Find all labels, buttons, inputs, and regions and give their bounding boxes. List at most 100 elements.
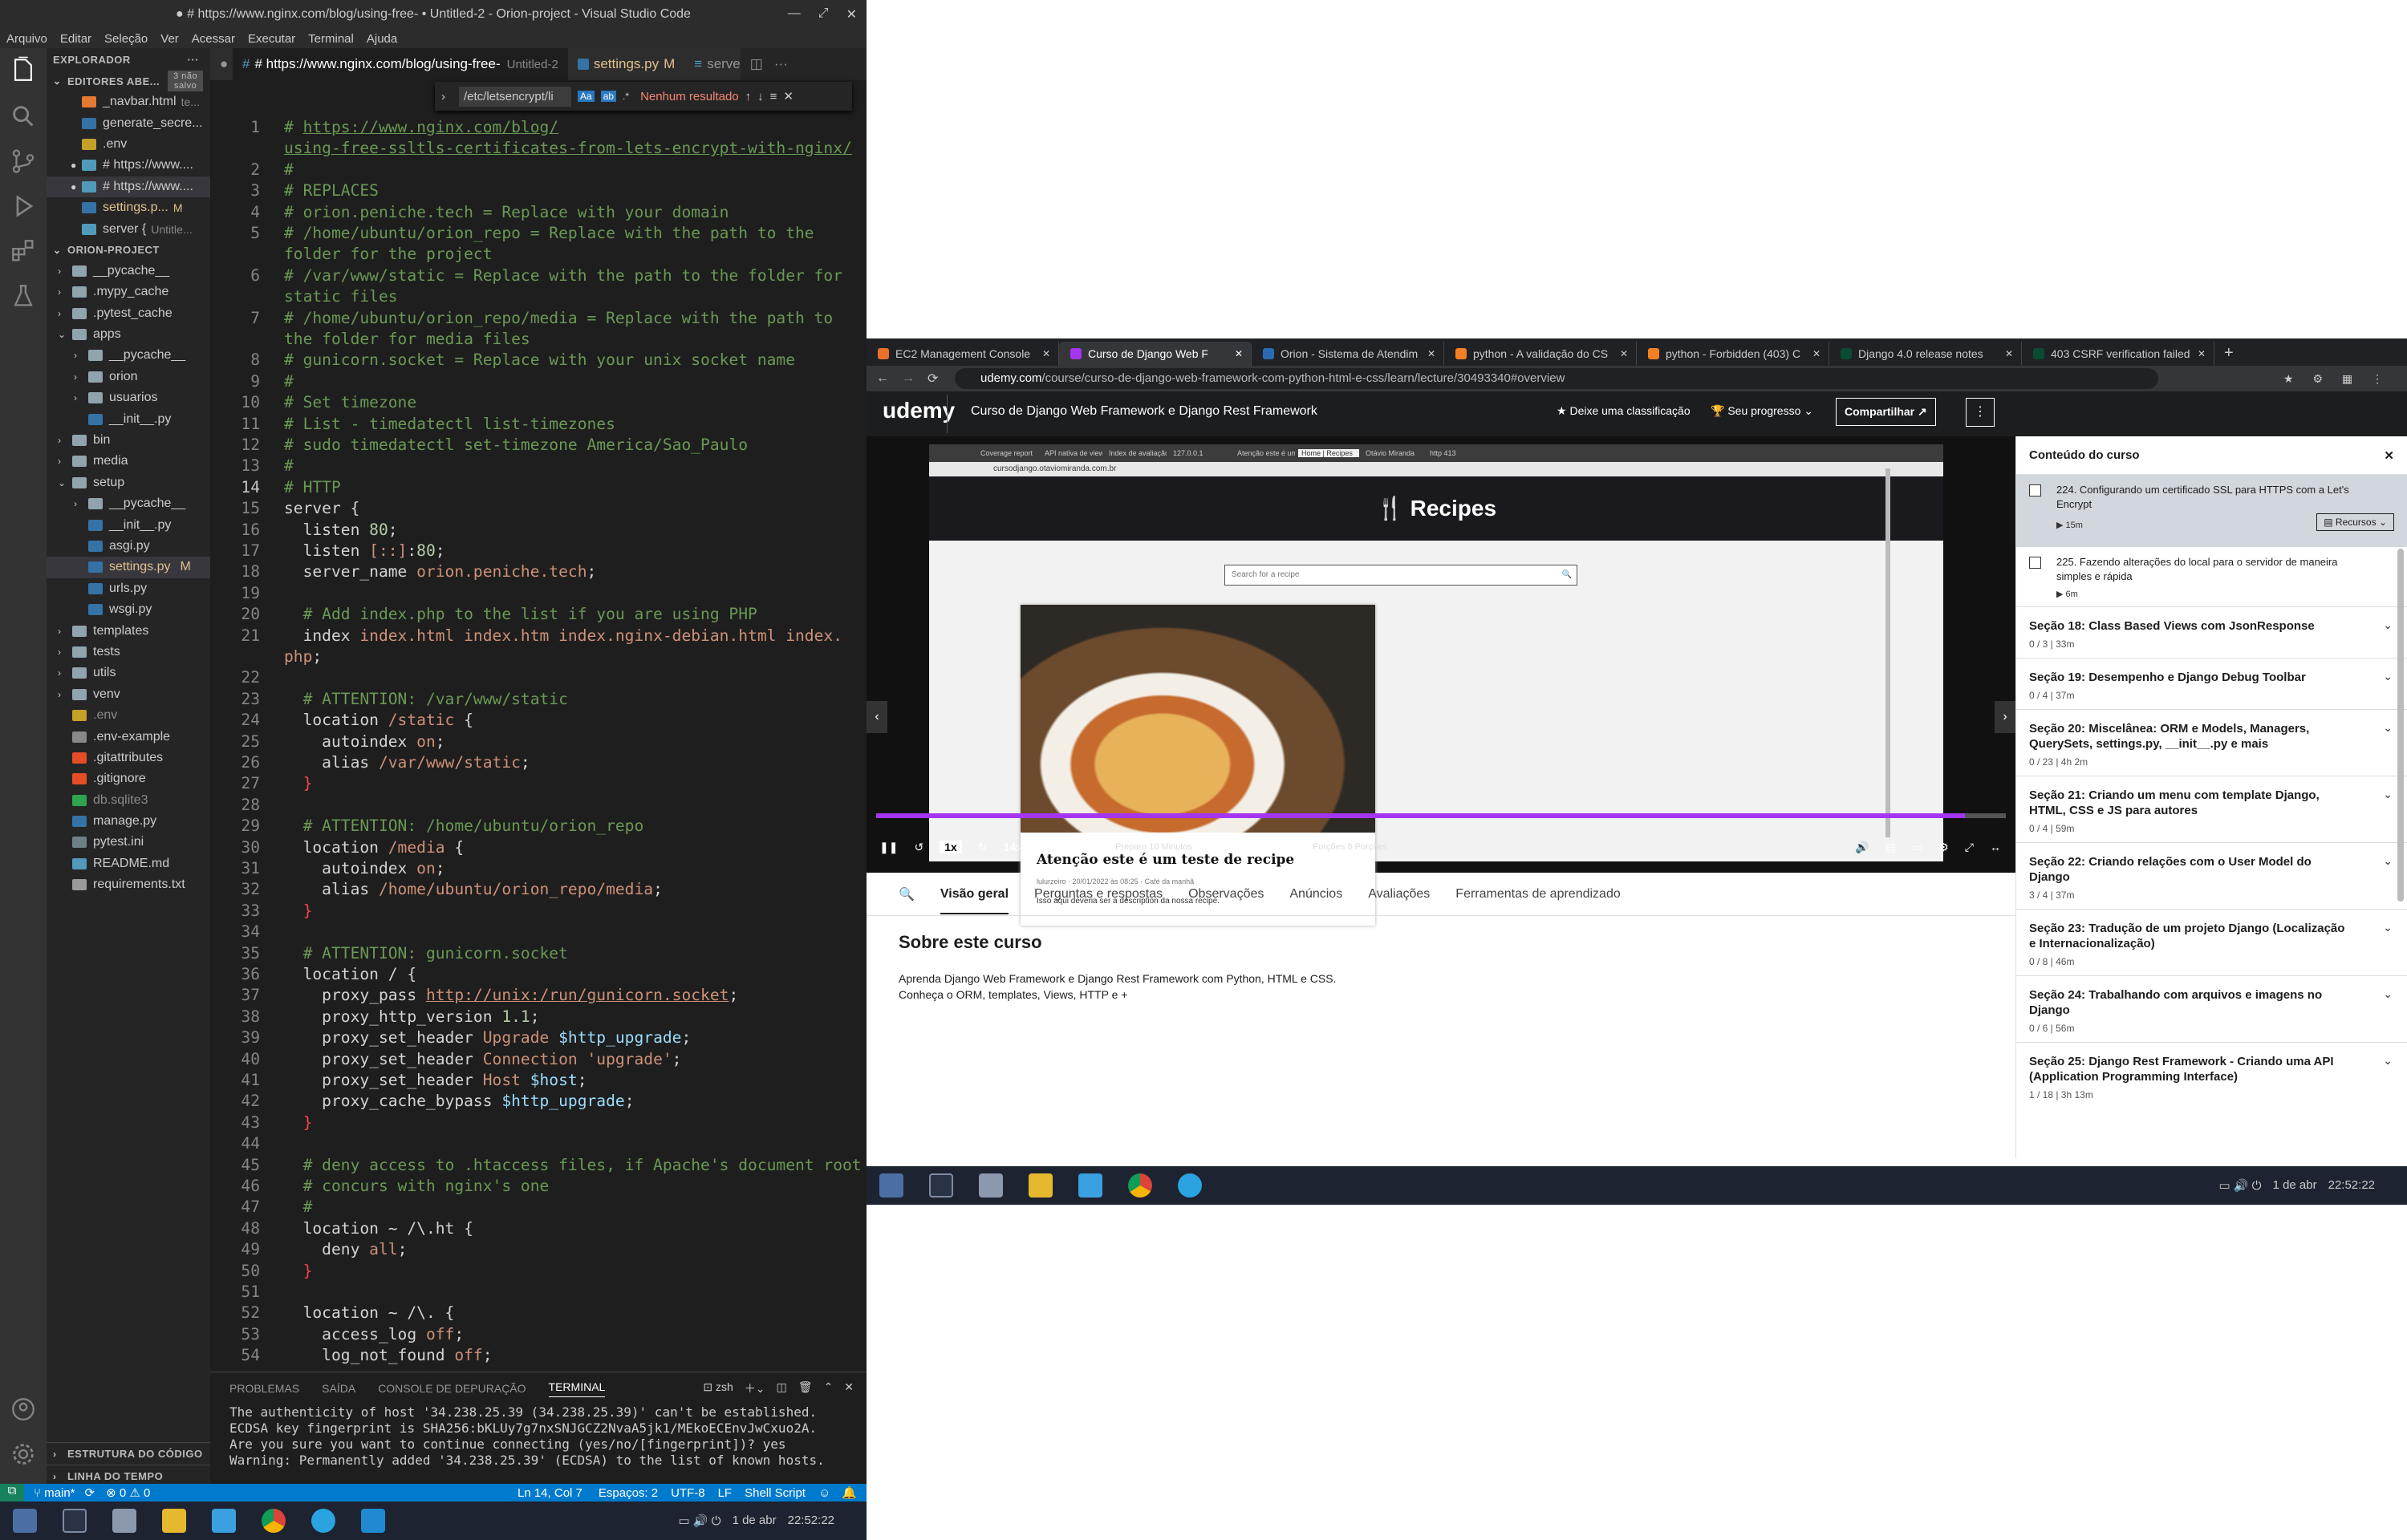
tab-notes[interactable]: Observações xyxy=(1188,887,1264,902)
tab-problems[interactable]: PROBLEMAS xyxy=(229,1382,299,1395)
chevron-down-icon[interactable]: ⌄ xyxy=(2383,921,2393,934)
telegram-icon[interactable] xyxy=(311,1509,335,1533)
open-editor-item[interactable]: ● # https://www.... xyxy=(47,155,210,176)
files-icon[interactable] xyxy=(13,1509,37,1533)
browser-tab[interactable]: EC2 Management Console ✕ xyxy=(867,342,1059,366)
open-editors-header[interactable]: ⌄ EDITORES ABE... 3 não salvo xyxy=(47,71,210,91)
tree-item[interactable]: › .pytest_cache xyxy=(47,303,210,324)
lecture-item-active[interactable]: 224. Configurando um certificado SSL par… xyxy=(2016,475,2407,547)
menu-item[interactable]: Terminal xyxy=(308,32,354,46)
course-section[interactable]: Seção 23: Tradução de um projeto Django … xyxy=(2016,909,2407,975)
tree-item[interactable]: ⌄ apps xyxy=(47,324,210,345)
feedback-icon[interactable]: ☺ xyxy=(818,1486,830,1500)
tree-item[interactable]: › .mypy_cache xyxy=(47,282,210,302)
tree-item[interactable]: README.md xyxy=(47,853,210,874)
close-panel-icon[interactable]: ✕ xyxy=(844,1380,854,1396)
chrome-icon[interactable] xyxy=(1128,1173,1152,1198)
course-section[interactable]: Seção 20: Miscelânea: ORM e Models, Mana… xyxy=(2016,709,2407,776)
udemy-logo[interactable]: udemy xyxy=(883,398,955,424)
tree-item[interactable]: urls.py xyxy=(47,578,210,599)
back-icon[interactable]: ← xyxy=(876,371,889,386)
minimize-icon[interactable]: — xyxy=(788,6,801,22)
indentation[interactable]: Espaços: 2 xyxy=(599,1486,658,1500)
video-player[interactable]: Coverage report API nativa de views Index … xyxy=(867,436,2015,926)
split-terminal-icon[interactable]: ◫ xyxy=(777,1380,787,1396)
tree-item[interactable]: .gitattributes xyxy=(47,748,210,768)
tree-item[interactable]: › bin xyxy=(47,430,210,451)
tree-item[interactable]: __init__.py xyxy=(47,408,210,429)
browser-tab[interactable]: Django 4.0 release notes ✕ xyxy=(1829,342,2022,366)
course-section[interactable]: Seção 18: Class Based Views com JsonResp… xyxy=(2016,606,2407,658)
pause-icon[interactable]: ❚❚ xyxy=(879,841,898,854)
terminal-app-icon[interactable] xyxy=(929,1173,953,1198)
video-progress-track[interactable] xyxy=(876,813,2006,818)
maximize-panel-icon[interactable]: ⌃ xyxy=(824,1380,834,1396)
chevron-down-icon[interactable]: ⌄ xyxy=(2383,721,2393,735)
close-tab-icon[interactable]: ✕ xyxy=(1620,348,1628,359)
notes-icon[interactable] xyxy=(162,1509,186,1533)
course-section[interactable]: Seção 19: Desempenho e Django Debug Tool… xyxy=(2016,658,2407,709)
lecture-checkbox[interactable] xyxy=(2029,557,2041,569)
open-editor-item[interactable]: _navbar.html te... xyxy=(47,91,210,112)
account-icon[interactable] xyxy=(10,1396,37,1423)
tab-untitled-2[interactable]: # # https://www.nginx.com/blog/using-free… xyxy=(233,48,568,80)
search-icon[interactable]: 🔍 xyxy=(899,886,915,902)
progress-button[interactable]: 🏆 Seu progresso ⌄ xyxy=(1711,404,1813,418)
open-editor-item[interactable]: ● # https://www.... xyxy=(47,176,210,197)
sidebar-scrollbar[interactable] xyxy=(2397,549,2404,902)
chrome-icon[interactable] xyxy=(262,1509,286,1533)
whole-word-toggle[interactable]: ab xyxy=(600,91,617,102)
tree-item[interactable]: › __pycache__ xyxy=(47,261,210,282)
close-tab-icon[interactable]: ✕ xyxy=(1042,348,1050,359)
testing-icon[interactable] xyxy=(10,282,37,310)
lecture-item[interactable]: 225. Fazendo alterações do local para o … xyxy=(2016,547,2407,606)
run-debug-icon[interactable] xyxy=(10,192,37,220)
previous-match-icon[interactable]: ↑ xyxy=(745,90,752,103)
rate-course-link[interactable]: ★ Deixe uma classificação xyxy=(1557,404,1691,418)
explorer-icon[interactable] xyxy=(10,56,37,83)
tray-icons[interactable]: ▭ 🔊 ⏻ xyxy=(679,1514,721,1528)
store-icon[interactable] xyxy=(1078,1173,1102,1198)
menu-item[interactable]: Executar xyxy=(248,32,295,46)
tree-item[interactable]: ⌄ setup xyxy=(47,472,210,493)
problems-indicator[interactable]: ⊗ 0 ⚠ 0 xyxy=(106,1485,150,1500)
project-header[interactable]: ⌄ ORION-PROJECT xyxy=(47,240,210,261)
chevron-down-icon[interactable]: ⌄ xyxy=(2383,854,2393,868)
tab-announcements[interactable]: Anúncios xyxy=(1289,887,1342,902)
close-tab-icon[interactable]: ✕ xyxy=(2005,348,2013,359)
menu-item[interactable]: Acessar xyxy=(192,32,235,46)
notes-icon[interactable] xyxy=(1029,1173,1053,1198)
more-actions-icon[interactable]: ··· xyxy=(188,54,200,66)
forward-icon[interactable]: ↻ xyxy=(978,841,988,854)
tree-item[interactable]: wsgi.py xyxy=(47,599,210,620)
tree-item[interactable]: › venv xyxy=(47,684,210,705)
notifications-icon[interactable]: 🔔 xyxy=(842,1485,857,1500)
chevron-down-icon[interactable]: ⌄ xyxy=(2383,670,2393,683)
volume-icon[interactable]: 🔊 xyxy=(1855,841,1869,854)
tab-settings[interactable]: settings.py M xyxy=(567,48,685,80)
kill-terminal-icon[interactable]: 🗑 xyxy=(798,1380,813,1396)
source-control-icon[interactable] xyxy=(10,148,37,175)
course-section[interactable]: Seção 25: Django Rest Framework - Criand… xyxy=(2016,1042,2407,1108)
new-tab-icon[interactable]: + xyxy=(2224,344,2234,363)
tab-debug-console[interactable]: CONSOLE DE DEPURAÇÃO xyxy=(378,1382,526,1395)
share-button[interactable]: Compartilhar ↗ xyxy=(1836,398,1936,426)
close-tab-icon[interactable]: ✕ xyxy=(1235,348,1243,359)
close-find-icon[interactable]: ✕ xyxy=(783,89,794,103)
tree-item[interactable]: › __pycache__ xyxy=(47,493,210,514)
tab-server[interactable]: ≡ serve xyxy=(684,48,741,80)
close-tab-icon[interactable]: ✕ xyxy=(1427,348,1435,359)
settings-gear-icon[interactable] xyxy=(10,1441,37,1468)
terminal-output[interactable]: The authenticity of host '34.238.25.39 (… xyxy=(210,1404,867,1469)
telegram-icon[interactable] xyxy=(1178,1173,1202,1198)
menu-item[interactable]: Seleção xyxy=(104,32,148,46)
find-in-selection-icon[interactable]: ≡ xyxy=(770,90,777,103)
new-terminal-icon[interactable]: ＋⌄ xyxy=(745,1380,765,1396)
terminal-app-icon[interactable] xyxy=(63,1509,87,1533)
course-section[interactable]: Seção 22: Criando relações com o User Mo… xyxy=(2016,842,2407,909)
forward-icon[interactable]: → xyxy=(902,371,915,386)
encoding[interactable]: UTF-8 xyxy=(671,1486,705,1500)
sync-icon[interactable]: ⟳ xyxy=(85,1485,95,1500)
tree-item[interactable]: .env-example xyxy=(47,726,210,747)
settings-icon[interactable]: ⚙ xyxy=(1938,841,1949,854)
